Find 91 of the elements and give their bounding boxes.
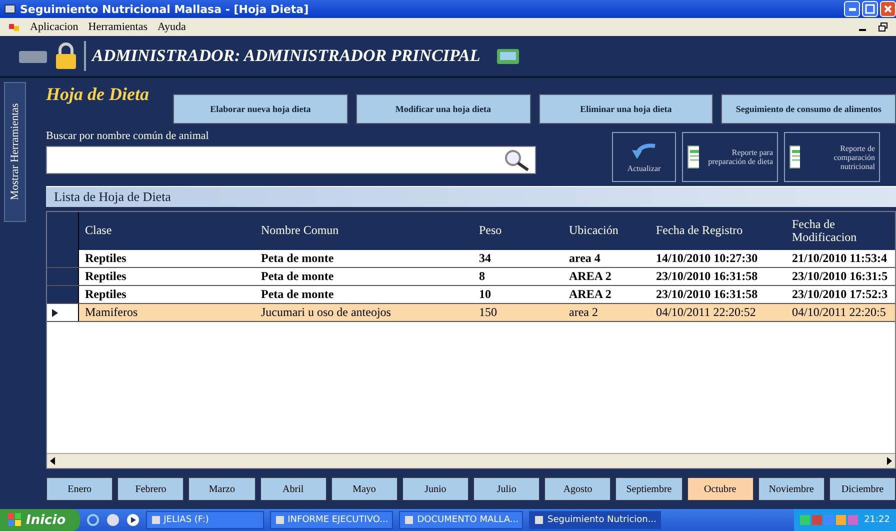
horizontal-scrollbar[interactable] bbox=[47, 453, 895, 468]
window-icon bbox=[274, 515, 285, 525]
minimize-button[interactable] bbox=[844, 1, 860, 17]
table-cell-text: Peta de monte bbox=[260, 269, 335, 284]
month-button[interactable]: Septiembre bbox=[615, 477, 683, 501]
table-cell-text: Mamiferos bbox=[84, 305, 139, 320]
month-button[interactable]: Diciembre bbox=[828, 477, 896, 501]
start-button[interactable]: Inicio bbox=[0, 509, 80, 531]
month-button[interactable]: Junio bbox=[402, 477, 470, 501]
play-icon[interactable] bbox=[126, 513, 140, 527]
month-button[interactable]: Mayo bbox=[330, 477, 398, 501]
maximize-icon bbox=[865, 4, 875, 14]
taskbar-button[interactable]: Seguimiento Nutricion... bbox=[529, 511, 662, 529]
window-icon bbox=[404, 515, 414, 525]
close-icon bbox=[883, 4, 893, 14]
table-cell-text: 8 bbox=[478, 269, 486, 284]
row-pointer-icon bbox=[51, 308, 59, 318]
column-header[interactable]: Ubicación bbox=[565, 224, 652, 238]
app-icon bbox=[4, 3, 16, 15]
action-button[interactable]: Modificar una hoja dieta bbox=[356, 94, 531, 124]
close-button[interactable] bbox=[880, 1, 896, 17]
column-header[interactable]: Nombre Comun bbox=[257, 224, 475, 238]
taskbar-button[interactable]: DOCUMENTO MALLA... bbox=[399, 511, 524, 529]
table-cell-text: 04/10/2011 22:20:5 bbox=[791, 305, 887, 320]
table-cell-text: Reptiles bbox=[84, 251, 128, 266]
table-row[interactable]: Mamiferos Jucumari u oso de anteojos 150 area 2 04/10/2011 22:20:52 04/10/2011 22:20:5 bbox=[47, 304, 895, 322]
table-cell-text: 10 bbox=[478, 287, 492, 302]
window-title: Seguimiento Nutricional Mallasa - [Hoja Dieta] bbox=[20, 2, 309, 16]
action-button[interactable]: Seguimiento de consumo de alimentos bbox=[721, 94, 896, 124]
spreadsheet-icon bbox=[789, 145, 800, 169]
clock: 21:22 bbox=[864, 515, 890, 525]
column-header[interactable]: Clase bbox=[79, 224, 257, 238]
table-cell-text: Reptiles bbox=[84, 287, 128, 302]
menu-item[interactable]: Aplicacion bbox=[30, 21, 78, 33]
month-button[interactable]: Julio bbox=[473, 477, 540, 501]
report-button[interactable]: Reporte de comparación nutricional bbox=[784, 132, 880, 182]
table-cell-text: 23/10/2010 16:31:5 bbox=[791, 269, 889, 284]
restore-icon[interactable] bbox=[878, 22, 888, 32]
table-row[interactable]: Reptiles Peta de monte 34 area 4 14/10/2010 10:27:30 21/10/2010 11:53:4 bbox=[47, 250, 895, 268]
search-field[interactable] bbox=[46, 146, 536, 174]
column-header[interactable]: Peso bbox=[475, 224, 565, 238]
search-label: Buscar por nombre común de animal bbox=[46, 130, 210, 142]
table-cell-text: 23/10/2010 16:31:58 bbox=[655, 269, 759, 284]
table-cell-text: 21/10/2010 11:53:4 bbox=[791, 251, 888, 266]
table-cell-text: AREA 2 bbox=[568, 287, 612, 302]
app-menu-icon[interactable] bbox=[8, 21, 20, 33]
table-cell-text: 150 bbox=[478, 305, 498, 320]
table-cell-text: Reptiles bbox=[84, 269, 128, 284]
windows-logo-icon bbox=[8, 513, 22, 527]
browser-icon[interactable] bbox=[86, 513, 100, 527]
spreadsheet-icon bbox=[687, 145, 699, 169]
month-button[interactable]: Febrero bbox=[117, 477, 184, 501]
month-button[interactable]: Agosto bbox=[544, 477, 612, 501]
menu-item[interactable]: Herramientas bbox=[88, 21, 148, 33]
action-button[interactable]: Eliminar una hoja dieta bbox=[538, 94, 714, 124]
table-cell-text: Jucumari u oso de anteojos bbox=[260, 305, 392, 320]
table-cell-text: area 2 bbox=[568, 305, 599, 320]
table-cell-text: Peta de monte bbox=[260, 251, 335, 266]
lock-icon bbox=[54, 42, 78, 70]
section-header: Lista de Hoja de Dieta bbox=[46, 186, 896, 207]
report-button[interactable]: Reporte para preparación de dieta bbox=[682, 132, 778, 182]
taskbar-button[interactable]: INFORME EJECUTIVO... bbox=[270, 511, 394, 529]
table-cell-text: 23/10/2010 17:52:3 bbox=[791, 287, 889, 302]
column-header[interactable]: Fecha de Registro bbox=[652, 224, 788, 238]
table-cell-text: 23/10/2010 16:31:58 bbox=[655, 287, 759, 302]
month-button[interactable]: Octubre bbox=[686, 477, 754, 501]
menu-item[interactable]: Ayuda bbox=[158, 21, 186, 33]
month-button[interactable]: Enero bbox=[46, 477, 114, 501]
month-button[interactable]: Marzo bbox=[188, 477, 256, 501]
action-button[interactable]: Elaborar nueva hoja dieta bbox=[173, 94, 348, 124]
maximize-button[interactable] bbox=[862, 1, 878, 17]
month-button[interactable]: Abril bbox=[260, 477, 327, 501]
table-row[interactable]: Reptiles Peta de monte 10 AREA 2 23/10/2010 16:31:58 23/10/2010 17:52:3 bbox=[47, 286, 895, 304]
table-cell-text: Peta de monte bbox=[260, 287, 335, 302]
window-icon bbox=[534, 515, 544, 525]
month-button[interactable]: Noviembre bbox=[758, 477, 825, 501]
minimize-icon bbox=[848, 8, 856, 10]
show-tools-tab[interactable]: Mostrar Herramientas bbox=[4, 82, 26, 222]
table-cell-text: 14/10/2010 10:27:30 bbox=[655, 251, 759, 266]
taskbar-button[interactable]: JELIAS (F:) bbox=[146, 511, 264, 529]
window-icon bbox=[150, 515, 161, 525]
table-row[interactable]: Reptiles Peta de monte 8 AREA 2 23/10/2010 16:31:58 23/10/2010 16:31:5 bbox=[47, 268, 895, 286]
table-cell-text: 04/10/2011 22:20:52 bbox=[655, 305, 757, 320]
table-cell-text: AREA 2 bbox=[568, 269, 612, 284]
table-cell-text: area 4 bbox=[568, 251, 602, 266]
refresh-button[interactable]: Actualizar bbox=[612, 132, 676, 182]
arrow-icon bbox=[631, 142, 657, 160]
user-title: ADMINISTRADOR: ADMINISTRADOR PRINCIPAL bbox=[92, 46, 480, 66]
table-cell-text: 34 bbox=[478, 251, 492, 266]
page-title: Hoja de Dieta bbox=[46, 84, 150, 105]
column-header[interactable]: Fecha de Modificacion bbox=[788, 218, 896, 244]
